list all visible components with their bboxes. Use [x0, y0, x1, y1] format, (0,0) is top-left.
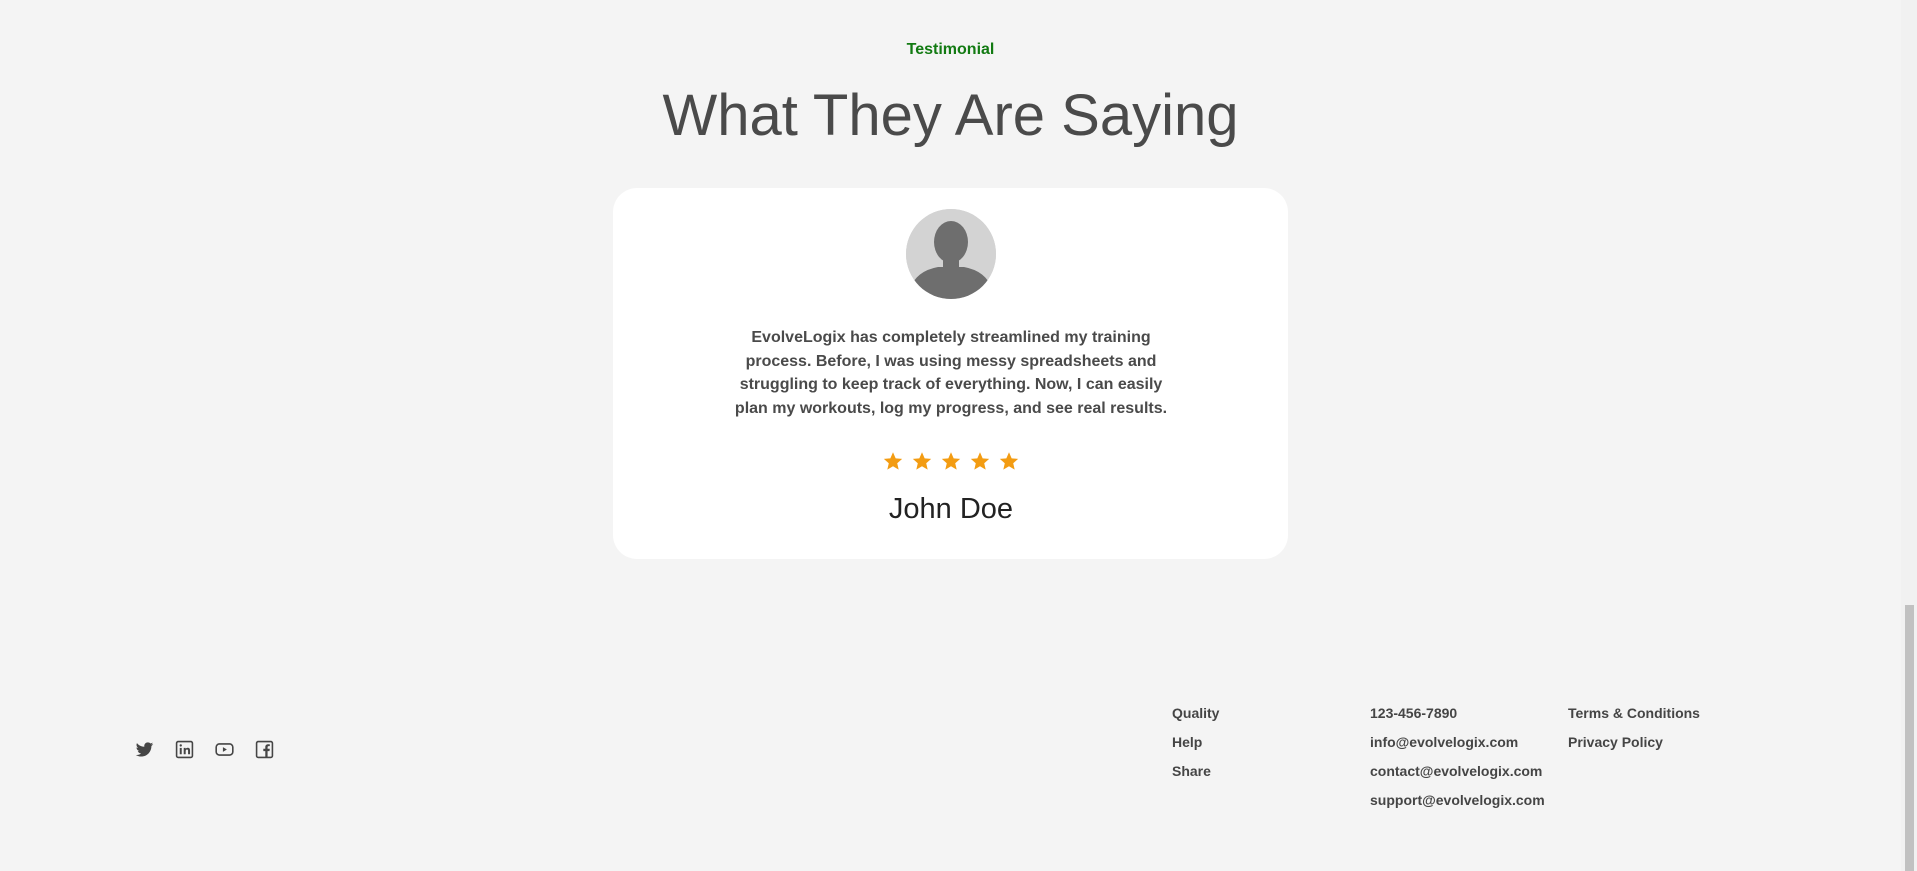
- footer-link-quality[interactable]: Quality: [1172, 705, 1219, 721]
- footer-link-share[interactable]: Share: [1172, 763, 1219, 779]
- user-silhouette-icon: [906, 209, 996, 299]
- footer-contacts: 123-456-7890 info@evolvelogix.com contac…: [1370, 705, 1545, 821]
- footer-link-help[interactable]: Help: [1172, 734, 1219, 750]
- star-icon: [883, 452, 903, 470]
- facebook-icon[interactable]: [255, 740, 274, 759]
- star-icon: [970, 452, 990, 470]
- section-headline: What They Are Saying: [662, 83, 1239, 148]
- footer-link-privacy[interactable]: Privacy Policy: [1568, 734, 1700, 750]
- linkedin-icon[interactable]: [175, 740, 194, 759]
- avatar: [906, 209, 996, 299]
- footer-email-info[interactable]: info@evolvelogix.com: [1370, 734, 1545, 750]
- testimonial-author: John Doe: [888, 493, 1014, 525]
- page-scrollbar[interactable]: [1901, 0, 1917, 871]
- footer-email-support[interactable]: support@evolvelogix.com: [1370, 792, 1545, 808]
- star-icon: [999, 452, 1019, 470]
- footer-phone[interactable]: 123-456-7890: [1370, 705, 1545, 721]
- footer-legal: Terms & Conditions Privacy Policy: [1568, 705, 1700, 763]
- star-icon: [912, 452, 932, 470]
- section-eyebrow: Testimonial: [906, 41, 995, 58]
- testimonial-quote: EvolveLogix has completely streamlined m…: [734, 329, 1168, 417]
- footer-links: Quality Help Share: [1172, 705, 1219, 792]
- footer-link-terms[interactable]: Terms & Conditions: [1568, 705, 1700, 721]
- star-rating: [613, 450, 1289, 472]
- footer-email-contact[interactable]: contact@evolvelogix.com: [1370, 763, 1545, 779]
- social-links: [135, 740, 274, 759]
- star-icon: [941, 452, 961, 470]
- youtube-icon[interactable]: [215, 740, 234, 759]
- twitter-icon[interactable]: [135, 740, 154, 759]
- testimonial-card: EvolveLogix has completely streamlined m…: [613, 188, 1288, 559]
- scrollbar-thumb[interactable]: [1905, 605, 1914, 871]
- page: Testimonial What They Are Saying EvolveL…: [0, 0, 1917, 871]
